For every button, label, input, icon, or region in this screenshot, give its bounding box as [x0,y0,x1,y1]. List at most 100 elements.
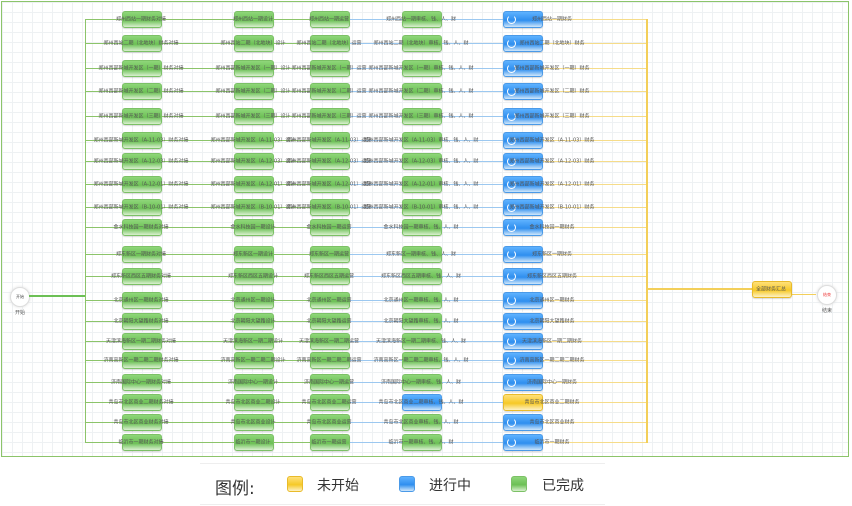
connector-line [272,227,310,228]
task-node-label: 郑州西部新城开发区（B-10-01）设计 [210,204,296,211]
start-label: 开始 [14,310,26,316]
task-node-label: 郑州西站一期运营 [308,16,350,23]
task-node-label: 济南高新区一期二期二期财务 [519,357,585,364]
task-node-label: 济南高新区一期二期二期设计 [220,357,286,364]
left-bus-line [85,19,86,443]
task-node-label: 郑东新区一期运营 [308,251,350,258]
task-node-label: 北京通州区一期设计 [230,297,276,304]
summary-node-label: 全部财务汇总 [755,286,787,293]
task-node-label: 郑东新区一期财务对接 [115,251,167,258]
spinner-icon [507,15,516,24]
task-node-label: 郑州西站一期设计 [232,16,274,23]
task-node-label: 临沂市一期财务 [534,439,570,446]
task-node-label: 郑州西部新城开发区（二期）设计 [215,88,291,95]
end-node[interactable]: 结束 [817,285,837,305]
connector-line [160,382,234,383]
spinner-icon [507,337,516,346]
connector-line [160,19,234,20]
task-node-label: 郑东新区一期财务 [531,251,573,258]
start-node[interactable]: 开始 [10,287,30,307]
task-node-label: 郑州西部新城开发区（一期）财务对接 [98,65,184,72]
task-node-label: 郑州西部新城开发区（三期）审核、钱、人、财 [368,113,474,120]
connector-line [160,422,234,423]
connector-line [160,442,234,443]
task-node-label: 郑州西部新城开发区（一期）运营 [291,65,367,72]
spinner-icon [507,356,516,365]
task-node-label: 天津滨海新区一期二期运营 [298,338,360,345]
connector-line [160,254,234,255]
start-node-text: 开始 [16,294,24,299]
task-node-label: 郑州西站一期审核、钱、人、财 [385,16,457,23]
end-connector [790,294,816,295]
task-node-label: 郑州西部新城开发区（B-10-01）审核、钱、人、财 [363,204,479,211]
task-node-label: 郑州西站二期（北地块）运营 [296,40,362,47]
task-node-label: 济南高新区一期二期二期审核、钱、人、财 [373,357,469,364]
task-node-label: 北京通州区一期财务对接 [113,297,169,304]
task-node-label: 郑州西部新城开发区（三期）设计 [215,113,291,120]
task-node-label: 临沂市一期审核、钱、人、财 [388,439,454,446]
task-node-label: 郑州西部新城开发区（一期）财务 [514,65,590,72]
task-node-label: 郑州西部新城开发区（A-12-03）财务 [509,158,595,165]
task-node-label: 青岛市北区商业二期审核、钱、人、财 [378,399,464,406]
spinner-icon [507,223,516,232]
task-node-label: 郑州西部新城开发区（三期）财务对接 [98,113,184,120]
connector-line [272,442,310,443]
task-node-label: 郑州西部新城开发区（A-11-03）财务对接 [93,137,189,144]
start-connector [29,295,86,297]
spinner-icon [507,378,516,387]
task-node-label: 郑州西站二期（北地块）财务对接 [103,40,179,47]
task-node-label: 北京朝阳大望路设计 [230,318,276,325]
connector-line [272,300,310,301]
connector-line [160,300,234,301]
connector-line [86,442,122,443]
spinner-icon [507,296,516,305]
task-node-label: 青岛市北区商业二期运营 [301,399,357,406]
task-node-label: 金水科技园一期审核、钱、人、财 [383,224,459,231]
task-node-label: 郑州西站二期（北地块）财务 [519,40,585,47]
legend-swatch-in-progress [399,476,415,492]
spinner-icon [507,317,516,326]
end-node-text: 结束 [823,292,831,297]
task-node-label: 郑州西部新城开发区（A-11-03）财务 [509,137,595,144]
summary-connector [647,288,752,290]
task-node-label: 郑州西部新城开发区（A-12-01）财务对接 [93,181,189,188]
task-node-label: 郑州西部新城开发区（二期）运营 [291,88,367,95]
task-node-label: 郑州西站一期财务 [531,16,573,23]
connector-line [272,321,310,322]
connector-line [272,254,310,255]
task-node-label: 青岛市北区商业二期财务 [524,399,580,406]
task-node-label: 郑州西部新城开发区（三期）财务 [514,113,590,120]
task-node-label: 郑州西部新城开发区（A-12-01）设计 [210,181,296,188]
task-node-label: 郑州西部新城开发区（A-12-01）财务 [509,181,595,188]
task-node-label: 郑州西部新城开发区（二期）财务 [514,88,590,95]
task-node-label: 郑州西部新城开发区（A-11-03）运营 [286,137,372,144]
task-node-label: 郑东新区西区五期审核、钱、人、财 [380,273,462,280]
task-node-label: 郑州西部新城开发区（B-10-01）财务对接 [93,204,189,211]
spinner-icon [507,272,516,281]
task-node-label: 北京通州区一期审核、钱、人、财 [383,297,459,304]
legend-label-in-progress: 进行中 [429,478,471,494]
task-node-label: 天津滨海新区一期二期财务对接 [105,338,177,345]
task-node-label: 郑州西部新城开发区（一期）审核、钱、人、财 [368,65,474,72]
task-node-label: 郑州西部新城开发区（二期）审核、钱、人、财 [368,88,474,95]
connector-line [272,19,310,20]
task-node-label: 济南国际中心一期财务 [526,379,578,386]
task-node-label: 郑东新区西区五期设计 [227,273,279,280]
task-node-label: 金水科技园一期财务 [529,224,575,231]
task-node-label: 天津滨海新区一期二期财务 [521,338,583,345]
legend: 图例: 未开始 进行中 已完成 [200,463,605,505]
task-node-label: 郑州西部新城开发区（A-12-03）审核、钱、人、财 [363,158,479,165]
task-node-label: 济南国际中心一期运营 [303,379,355,386]
task-node-label: 郑东新区一期审核、钱、人、财 [385,251,457,258]
task-node-label: 青岛市北区商业财务对接 [113,419,169,426]
task-node-label: 金水科技园一期设计 [230,224,276,231]
task-node-label: 郑州西部新城开发区（A-12-03）运营 [286,158,372,165]
task-node-label: 济南高新区一期二期二期运营 [296,357,362,364]
connector-line [160,227,234,228]
task-node-label: 青岛市北区商业设计 [230,419,276,426]
task-node-label: 郑东新区西区五期财务 [526,273,578,280]
task-node-label: 金水科技园一期财务对接 [113,224,169,231]
connector-line [160,276,234,277]
task-node-label: 郑州西部新城开发区（A-12-01）审核、钱、人、财 [363,181,479,188]
spinner-icon [507,39,516,48]
